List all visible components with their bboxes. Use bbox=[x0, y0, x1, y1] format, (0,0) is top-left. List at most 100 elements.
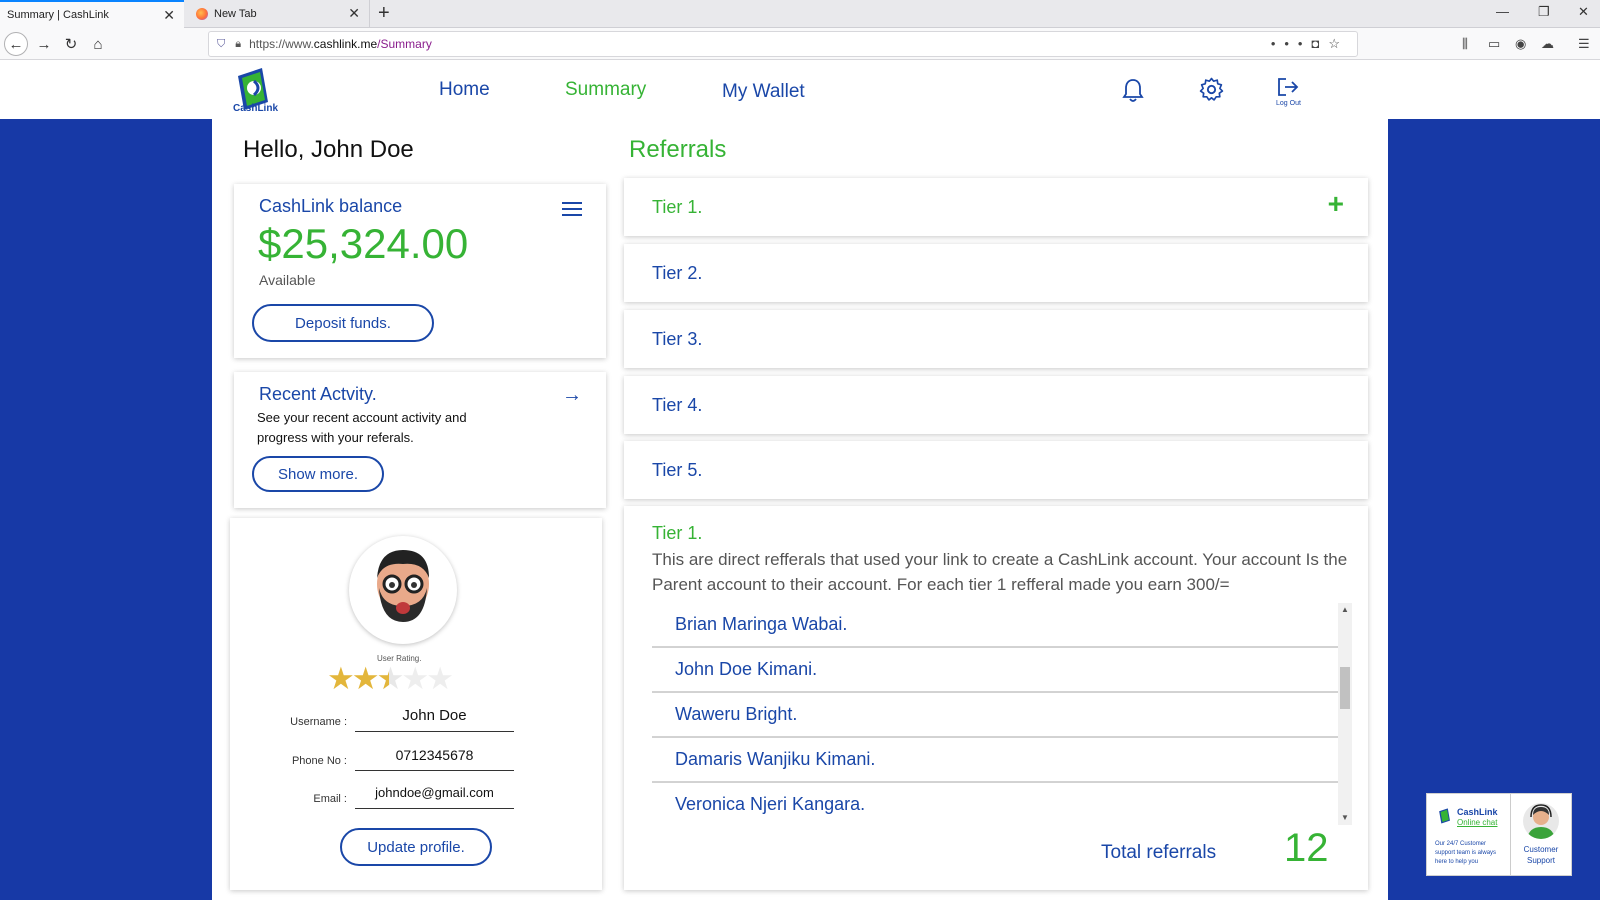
window-close-icon[interactable]: ✕ bbox=[1578, 4, 1589, 20]
recent-activity-card: Recent Actvity. → See your recent accoun… bbox=[234, 372, 606, 508]
nav-summary[interactable]: Summary bbox=[565, 79, 646, 101]
scroll-thumb[interactable] bbox=[1340, 667, 1350, 709]
star-empty-icon: ★ bbox=[401, 661, 429, 696]
support-agent-icon bbox=[1523, 803, 1559, 839]
tier-5-header[interactable]: Tier 5. bbox=[624, 441, 1368, 499]
chat-text: Our 24/7 Customer support team is always… bbox=[1435, 841, 1497, 865]
browser-tab-new[interactable]: New Tab ✕ bbox=[187, 0, 370, 28]
nav-home[interactable]: Home bbox=[439, 79, 490, 101]
firefox-icon bbox=[196, 8, 208, 20]
deposit-funds-button[interactable]: Deposit funds. bbox=[252, 304, 434, 342]
home-icon[interactable]: ⌂ bbox=[86, 32, 110, 56]
more-actions-icon[interactable]: ••• bbox=[1271, 36, 1312, 51]
bookmark-star-icon[interactable]: ☆ bbox=[1328, 36, 1349, 51]
tier-detail-title: Tier 1. bbox=[652, 523, 703, 543]
app-header: CashLink Home Summary My Wallet Log Out bbox=[0, 60, 1600, 119]
referral-name: Brian Maringa Wabai. bbox=[675, 614, 848, 634]
chat-brand-sub: Online chat bbox=[1457, 818, 1498, 827]
referral-name: Waweru Bright. bbox=[675, 704, 798, 724]
nav-my-wallet[interactable]: My Wallet bbox=[722, 81, 805, 103]
list-item[interactable]: Damaris Wanjiku Kimani. bbox=[652, 738, 1338, 783]
referral-name: Veronica Njeri Kangara. bbox=[675, 794, 866, 814]
tier-3-header[interactable]: Tier 3. bbox=[624, 310, 1368, 368]
list-scrollbar[interactable]: ▲ ▼ bbox=[1338, 603, 1352, 825]
tier-2-header[interactable]: Tier 2. bbox=[624, 244, 1368, 302]
browser-tab-bar: Summary | CashLink ✕ New Tab ✕ + — ❐ ✕ bbox=[0, 0, 1600, 28]
tier-label: Tier 1. bbox=[652, 197, 703, 217]
scroll-down-icon[interactable]: ▼ bbox=[1338, 811, 1352, 825]
username-field[interactable]: John Doe bbox=[355, 707, 514, 732]
tier-4-header[interactable]: Tier 4. bbox=[624, 376, 1368, 434]
profile-card: User Rating. ★★★★★★ Username : John Doe … bbox=[230, 518, 602, 890]
lock-icon[interactable]: 🔒︎ bbox=[235, 38, 241, 51]
url-domain: cashlink.me bbox=[313, 37, 378, 51]
email-field[interactable]: johndoe@gmail.com bbox=[355, 785, 514, 809]
library-icon[interactable]: ⫼ bbox=[1462, 36, 1468, 52]
chat-support[interactable]: Customer Support bbox=[1511, 794, 1571, 875]
close-tab-icon[interactable]: ✕ bbox=[163, 7, 175, 24]
cashlink-logo-icon bbox=[1439, 808, 1450, 824]
list-item[interactable]: Veronica Njeri Kangara. bbox=[652, 783, 1338, 823]
logout-label[interactable]: Log Out bbox=[1276, 100, 1301, 107]
sidebar-icon[interactable]: ▭ bbox=[1488, 36, 1500, 52]
gear-icon[interactable] bbox=[1199, 77, 1224, 102]
plus-icon[interactable]: + bbox=[1328, 188, 1344, 220]
account-icon[interactable]: ◉ bbox=[1515, 36, 1526, 52]
tab-title: New Tab bbox=[214, 8, 257, 20]
forward-icon[interactable]: → bbox=[32, 32, 56, 56]
menu-icon[interactable] bbox=[562, 202, 582, 220]
recent-activity-description: See your recent account activity and pro… bbox=[257, 410, 467, 445]
greeting: Hello, John Doe bbox=[243, 136, 414, 163]
reload-icon[interactable]: ↻ bbox=[59, 32, 83, 56]
tier-label: Tier 4. bbox=[652, 395, 703, 415]
address-bar[interactable]: ⛉ 🔒︎ https://www.cashlink.me/Summary •••… bbox=[208, 31, 1358, 57]
tier-detail-description: This are direct refferals that used your… bbox=[652, 550, 1348, 594]
logout-icon[interactable] bbox=[1276, 76, 1300, 98]
tab-title: Summary | CashLink bbox=[7, 9, 109, 21]
phone-field[interactable]: 0712345678 bbox=[355, 747, 514, 771]
customer-support-label: Customer Support bbox=[1523, 845, 1559, 865]
logo-text: CashLink bbox=[233, 103, 279, 114]
star-icon: ★ bbox=[327, 661, 355, 696]
list-item[interactable]: Brian Maringa Wabai. bbox=[652, 603, 1338, 648]
update-profile-button[interactable]: Update profile. bbox=[340, 828, 492, 866]
restore-icon[interactable]: ❐ bbox=[1538, 4, 1550, 20]
new-tab-icon[interactable]: + bbox=[378, 2, 390, 25]
arrow-right-icon[interactable]: → bbox=[562, 384, 582, 407]
pocket-icon[interactable]: ◘ bbox=[1311, 36, 1328, 51]
extension-icon[interactable]: ☁ bbox=[1541, 36, 1554, 52]
balance-card: CashLink balance $25,324.00 Available De… bbox=[234, 184, 606, 358]
phone-label: Phone No : bbox=[291, 755, 347, 767]
minimize-icon[interactable]: — bbox=[1496, 4, 1509, 19]
email-label: Email : bbox=[313, 793, 347, 805]
total-referrals-value: 12 bbox=[1284, 826, 1329, 870]
tier-label: Tier 2. bbox=[652, 263, 703, 283]
back-icon[interactable]: ← bbox=[4, 32, 28, 56]
tier-detail-panel: Tier 1. This are direct refferals that u… bbox=[624, 506, 1368, 890]
browser-tab-summary[interactable]: Summary | CashLink ✕ bbox=[0, 0, 184, 28]
star-empty-icon: ★ bbox=[426, 661, 454, 696]
bell-icon[interactable] bbox=[1122, 78, 1144, 104]
tier-1-header[interactable]: Tier 1. + bbox=[624, 178, 1368, 236]
url-path: /Summary bbox=[377, 37, 432, 51]
page-actions: •••◘☆ bbox=[1271, 36, 1349, 52]
referral-name: John Doe Kimani. bbox=[675, 659, 818, 679]
star-icon: ★ bbox=[351, 661, 380, 696]
online-chat-widget[interactable]: CashLink Online chat Our 24/7 Customer s… bbox=[1426, 793, 1572, 876]
half-star-icon: ★★ bbox=[376, 661, 405, 696]
show-more-button[interactable]: Show more. bbox=[252, 456, 384, 492]
referral-name: Damaris Wanjiku Kimani. bbox=[675, 749, 876, 769]
chat-brand: CashLink bbox=[1457, 807, 1498, 817]
total-referrals-label: Total referrals bbox=[1101, 842, 1217, 863]
username-label: Username : bbox=[290, 716, 347, 728]
tracking-shield-icon[interactable]: ⛉ bbox=[217, 38, 225, 51]
tier-label: Tier 3. bbox=[652, 329, 703, 349]
scroll-up-icon[interactable]: ▲ bbox=[1338, 603, 1352, 617]
list-item[interactable]: Waweru Bright. bbox=[652, 693, 1338, 738]
app-menu-icon[interactable]: ☰ bbox=[1578, 36, 1590, 52]
close-tab-icon[interactable]: ✕ bbox=[348, 5, 360, 22]
tier-label: Tier 5. bbox=[652, 460, 703, 480]
list-item[interactable]: John Doe Kimani. bbox=[652, 648, 1338, 693]
page-background: CashLink Home Summary My Wallet Log Out … bbox=[0, 60, 1600, 900]
browser-nav-bar: ← → ↻ ⌂ ⛉ 🔒︎ https://www.cashlink.me/Sum… bbox=[0, 28, 1600, 60]
